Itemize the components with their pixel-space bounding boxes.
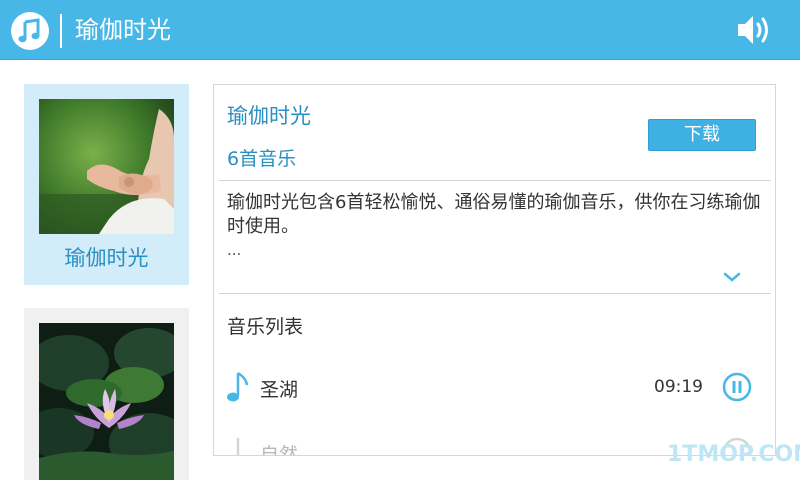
app-title: 瑜伽时光: [75, 16, 171, 44]
music-note-icon: [226, 435, 250, 455]
album-name: 瑜伽时光: [64, 246, 149, 270]
music-list-title: 音乐列表: [227, 316, 304, 338]
album-card-lotus[interactable]: [24, 308, 189, 480]
track-count: 6首音乐: [227, 148, 297, 170]
track-name: 自然: [260, 444, 299, 456]
album-description: 瑜伽时光包含6首轻松愉悦、通俗易懂的瑜伽音乐，供你在习练瑜伽时使用。: [227, 192, 761, 237]
title-separator: [60, 14, 62, 48]
music-note-icon: [226, 370, 250, 406]
pause-circle-icon[interactable]: [722, 372, 752, 402]
track-duration: 09:19: [654, 377, 703, 397]
lotus-flower-photo: [39, 323, 174, 480]
site-watermark: 1TMOP.COM: [667, 442, 800, 467]
speaker-volume-icon[interactable]: [736, 13, 774, 47]
album-card-yoga-time[interactable]: 瑜伽时光: [24, 84, 189, 285]
chevron-down-icon[interactable]: [722, 269, 742, 283]
music-note-icon[interactable]: [11, 12, 49, 50]
divider: [219, 293, 771, 294]
top-bar: 瑜伽时光: [0, 0, 800, 60]
detail-title: 瑜伽时光: [227, 104, 311, 128]
track-row[interactable]: 圣湖 09:19: [214, 370, 775, 418]
album-detail-panel: 瑜伽时光 6首音乐 下载 瑜伽时光包含6首轻松愉悦、通俗易懂的瑜伽音乐，供你在习…: [213, 84, 776, 456]
meditation-hands-photo: [39, 99, 174, 234]
download-button[interactable]: 下载: [648, 119, 756, 151]
description-ellipsis: ...: [227, 241, 242, 259]
track-name: 圣湖: [260, 379, 299, 401]
divider: [219, 180, 771, 181]
